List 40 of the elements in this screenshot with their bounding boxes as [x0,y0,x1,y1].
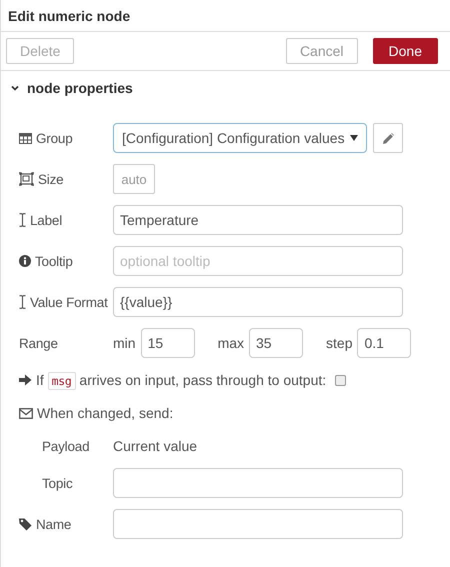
input-field[interactable] [113,468,403,498]
checkbox[interactable] [335,374,346,386]
field-label: Topic [42,476,73,490]
range-label: min [113,335,136,351]
input-field[interactable]: optional tooltip [113,246,403,276]
input-field[interactable]: Temperature [113,205,403,235]
group-select[interactable]: [Configuration] Configuration values [113,123,367,153]
pass-through-label: If msg arrives on input, pass through to output: [36,372,326,388]
pencil-icon [382,132,394,144]
arrow-right-icon [19,374,32,386]
field-label: Label [30,212,62,228]
tag-icon [19,518,32,530]
input-field[interactable]: 15 [140,328,195,358]
resize-frame-icon [19,172,34,186]
table-icon [19,132,32,144]
field-label: Payload [42,438,90,454]
input-field[interactable]: 35 [249,328,304,358]
section-title[interactable]: node properties [27,80,133,96]
field-label: Name [36,516,72,532]
field-label: Tooltip [35,254,73,268]
field-value: Current value [113,438,198,454]
field-label: Range [19,336,58,350]
field-label: Size [38,172,64,186]
info-icon [19,255,31,267]
done-button[interactable]: Done [372,38,438,64]
input-field[interactable]: 0.1 [357,328,412,358]
field-label: Group [36,130,73,146]
envelope-icon [19,408,33,418]
text-cursor-icon [19,213,26,227]
input-field[interactable] [113,509,403,539]
range-label: max [218,335,244,351]
input-field[interactable]: {{value}} [113,287,403,317]
edit-button[interactable] [373,123,403,153]
text-cursor-icon [19,295,26,309]
chevron-icon[interactable] [11,85,19,91]
field-label: Value Format [30,294,108,310]
dialog-title: Edit numeric node [8,8,130,24]
range-label: step [326,335,352,351]
section-label: When changed, send: [37,405,174,421]
caret-icon [350,135,358,141]
